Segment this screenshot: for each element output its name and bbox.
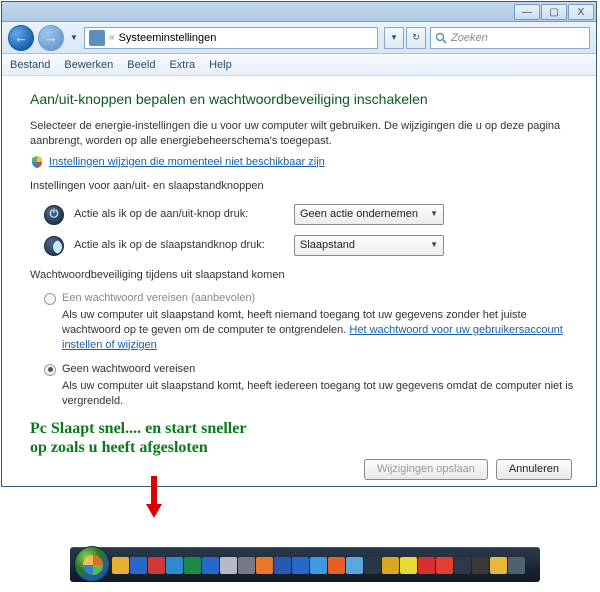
elevate-link-row: Instellingen wijzigen die momenteel niet… [30,155,576,170]
taskbar-app-icon[interactable] [454,557,471,574]
taskbar-app-icon[interactable] [472,557,489,574]
sleep-button-value: Slaapstand [300,238,355,253]
menu-edit[interactable]: Bewerken [64,59,113,71]
back-button[interactable]: ← [8,25,34,51]
content-pane: Aan/uit-knoppen bepalen en wachtwoordbev… [2,76,596,486]
taskbar-app-icon[interactable] [508,557,525,574]
taskbar-app-icon[interactable] [148,557,165,574]
breadcrumb-text: Systeeminstellingen [119,32,217,44]
sleep-button-select[interactable]: Slaapstand ▼ [294,235,444,256]
taskbar-app-icon[interactable] [220,557,237,574]
search-placeholder: Zoeken [451,32,488,44]
moon-icon [44,236,64,256]
menu-help[interactable]: Help [209,59,232,71]
elevate-link[interactable]: Instellingen wijzigen die momenteel niet… [49,155,325,170]
taskbar-app-icon[interactable] [184,557,201,574]
search-icon [435,32,447,44]
power-button-value: Geen actie ondernemen [300,207,418,222]
maximize-button[interactable]: ▢ [541,4,567,20]
menu-extra[interactable]: Extra [169,59,195,71]
taskbar-app-icon[interactable] [292,557,309,574]
breadcrumb-sep: « [109,32,115,43]
radio-icon [44,364,56,376]
radio-no-password-block: Geen wachtwoord vereisen Als uw computer… [44,362,576,409]
refresh-button[interactable]: ↻ [406,27,426,49]
taskbar-app-icon[interactable] [436,557,453,574]
chevron-down-icon: ▼ [430,240,438,251]
password-section-label: Wachtwoordbeveiliging tijdens uit slaaps… [30,268,576,283]
taskbar-app-icon[interactable] [130,557,147,574]
radio-no-password-label: Geen wachtwoord vereisen [62,362,195,377]
menu-view[interactable]: Beeld [127,59,155,71]
taskbar-app-icon[interactable] [274,557,291,574]
page-title: Aan/uit-knoppen bepalen en wachtwoordbev… [30,90,576,109]
radio-no-password: Geen wachtwoord vereisen [44,362,576,377]
taskbar-app-icon[interactable] [400,557,417,574]
search-input[interactable]: Zoeken [430,27,590,49]
back-icon: ← [15,30,28,45]
taskbar-app-icon[interactable] [418,557,435,574]
taskbar-app-icon[interactable] [256,557,273,574]
power-icon: ⏻ [44,205,64,225]
taskbar-app-icon[interactable] [364,557,381,574]
chevron-down-icon: ▼ [430,209,438,220]
forward-icon: → [45,30,58,45]
taskbar-app-icon[interactable] [490,557,507,574]
address-bar[interactable]: « Systeeminstellingen [84,27,378,49]
taskbar-app-icon[interactable] [328,557,345,574]
sleep-button-label: Actie als ik op de slaapstandknop druk: [74,238,284,253]
taskbar-app-icon[interactable] [238,557,255,574]
navigation-bar: ← → ▼ « Systeeminstellingen ▾ ↻ Zoeken [2,22,596,54]
close-button[interactable]: X [568,4,594,20]
forward-button[interactable]: → [38,25,64,51]
taskbar-app-icon[interactable] [112,557,129,574]
intro-text: Selecteer de energie-instellingen die u … [30,119,576,149]
annotation-text: Pc Slaapt snel.... en start sneller op z… [30,419,576,457]
address-controls: ▾ ↻ [384,27,426,49]
window-frame: — ▢ X ← → ▼ « Systeeminstellingen ▾ ↻ Zo… [1,1,597,487]
radio-require-password: Een wachtwoord vereisen (aanbevolen) [44,291,576,306]
sleep-button-row: Actie als ik op de slaapstandknop druk: … [44,235,576,256]
taskbar-app-icon[interactable] [310,557,327,574]
taskbar-icons [112,557,525,574]
taskbar-app-icon[interactable] [202,557,219,574]
radio-icon [44,293,56,305]
menu-bar: Bestand Bewerken Beeld Extra Help [2,54,596,76]
menu-file[interactable]: Bestand [10,59,50,71]
power-button-label: Actie als ik op de aan/uit-knop druk: [74,207,284,222]
taskbar-app-icon[interactable] [346,557,363,574]
start-button[interactable] [74,546,110,582]
annotation-arrow-icon [146,476,162,520]
shield-icon [30,155,44,169]
radio-require-password-block: Een wachtwoord vereisen (aanbevolen) Als… [44,291,576,352]
annotation-line2: op zoals u heeft afgesloten [30,438,576,457]
nav-history-dropdown[interactable]: ▼ [68,26,80,50]
taskbar-app-icon[interactable] [166,557,183,574]
save-button[interactable]: Wijzigingen opslaan [364,459,488,480]
radio-no-password-desc: Als uw computer uit slaapstand komt, hee… [62,379,576,409]
power-button-select[interactable]: Geen actie ondernemen ▼ [294,204,444,225]
location-icon [89,30,105,46]
taskbar [70,547,540,582]
buttons-section-label: Instellingen voor aan/uit- en slaapstand… [30,179,576,194]
button-row: Wijzigingen opslaan Annuleren [30,459,576,480]
taskbar-app-icon[interactable] [382,557,399,574]
power-button-row: ⏻ Actie als ik op de aan/uit-knop druk: … [44,204,576,225]
radio-require-password-label: Een wachtwoord vereisen (aanbevolen) [62,291,255,306]
radio-require-password-desc: Als uw computer uit slaapstand komt, hee… [62,308,576,353]
cancel-button[interactable]: Annuleren [496,459,572,480]
address-dropdown[interactable]: ▾ [384,27,404,49]
titlebar: — ▢ X [2,2,596,22]
minimize-button[interactable]: — [514,4,540,20]
annotation-line1: Pc Slaapt snel.... en start sneller [30,419,576,438]
